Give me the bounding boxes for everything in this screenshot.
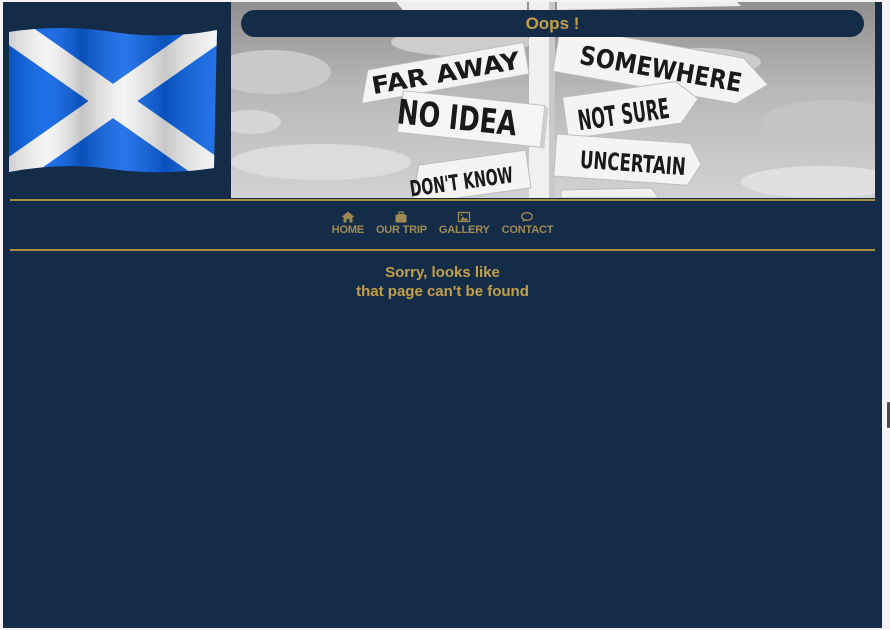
not-found-line-1: Sorry, looks like (385, 264, 500, 281)
nav-item-contact[interactable]: CONTACT (501, 211, 554, 237)
divider-bottom (10, 249, 875, 251)
hero-banner: FAR AWAY NO IDEA DON'T KNOW SOMEWHERE NO… (231, 2, 875, 198)
nav-label-contact: CONTACT (501, 224, 554, 236)
speech-bubble-icon (521, 212, 534, 222)
divider-top (10, 199, 875, 201)
scotland-flag-image (9, 28, 217, 174)
nav-label-our-trip: OUR TRIP (375, 224, 427, 236)
page: FAR AWAY NO IDEA DON'T KNOW SOMEWHERE NO… (3, 2, 882, 628)
page-title: Oops ! (241, 10, 864, 37)
nav-label-home: HOME (331, 224, 364, 236)
home-icon (341, 211, 355, 223)
nav-item-gallery[interactable]: GALLERY (439, 211, 490, 237)
nav-label-gallery: GALLERY (438, 224, 490, 236)
suitcase-icon (395, 211, 407, 223)
not-found-line-2: that page can't be found (356, 283, 529, 300)
image-icon (458, 211, 471, 223)
nav-item-home[interactable]: HOME (332, 211, 364, 237)
nav-item-our-trip[interactable]: OUR TRIP (376, 211, 427, 237)
not-found-message: Sorry, looks like that page can't be fou… (3, 263, 882, 301)
main-nav: HOME OUR TRIP GALLERY CONTACT (3, 211, 882, 237)
